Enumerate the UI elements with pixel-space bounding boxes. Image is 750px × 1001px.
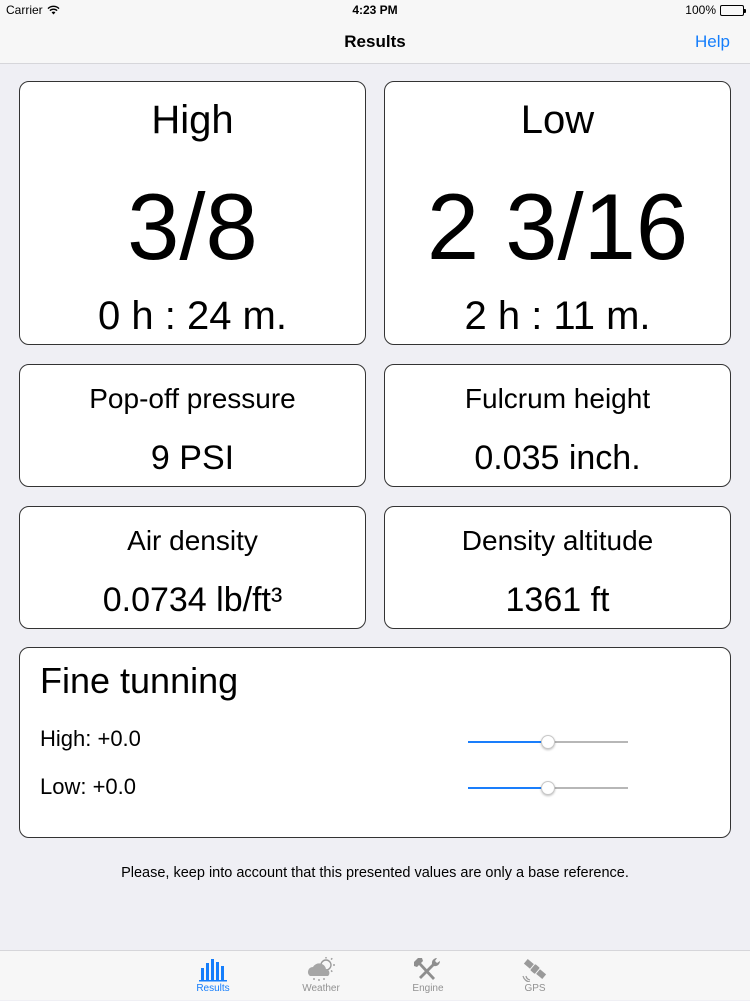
tab-bar: Results Weather Engine GPS [0,950,750,1000]
battery-icon [720,4,746,16]
low-adjust-slider[interactable] [468,778,628,798]
help-button[interactable]: Help [695,32,730,52]
density-altitude-value: 1361 ft [505,581,610,619]
air-density-value: 0.0734 lb/ft³ [102,581,283,619]
navigation-bar: Results Help [0,20,750,64]
status-bar: Carrier 4:23 PM 100% [0,0,750,20]
low-value: 2 3/16 [426,174,689,279]
low-result-card: Low 2 3/16 2 h : 11 m. [384,81,731,345]
tab-gps-label: GPS [524,983,546,994]
status-time: 4:23 PM [352,3,398,17]
tab-weather-label: Weather [302,983,340,994]
tab-engine-label: Engine [412,983,444,994]
high-time: 0 h : 24 m. [98,294,287,338]
low-time: 2 h : 11 m. [464,294,651,338]
fulcrum-height-value: 0.035 inch. [474,439,641,477]
high-adjust-label: High: +0.0 [40,726,141,751]
high-value: 3/8 [127,174,258,279]
tab-engine[interactable]: Engine [393,951,463,1001]
high-result-card: High 3/8 0 h : 24 m. [19,81,366,345]
tab-results-label: Results [196,983,230,994]
high-adjust-slider[interactable] [468,732,628,752]
tab-gps[interactable]: GPS [500,951,570,1001]
low-label: Low [520,98,595,142]
satellite-icon [522,958,547,982]
fulcrum-height-label: Fulcrum height [464,383,651,414]
pop-off-pressure-label: Pop-off pressure [89,383,296,414]
fulcrum-height-card: Fulcrum height 0.035 inch. [384,364,731,487]
tools-icon [414,957,441,980]
air-density-label: Air density [127,525,258,556]
disclaimer-text: Please, keep into account that this pres… [121,865,629,881]
slider-thumb[interactable] [541,735,555,749]
page-title: Results [344,32,406,51]
fine-tuning-title: Fine tunning [40,660,239,701]
tab-weather[interactable]: Weather [286,951,356,1001]
weather-icon [308,957,335,981]
pop-off-pressure-card: Pop-off pressure 9 PSI [19,364,366,487]
slider-thumb[interactable] [541,781,555,795]
battery-indicator: 100% [685,3,746,17]
fine-tuning-card: Fine tunning High: +0.0 Low: +0.0 [19,647,731,838]
battery-percent: 100% [685,3,716,17]
density-altitude-card: Density altitude 1361 ft [384,506,731,629]
low-adjust-label: Low: +0.0 [40,774,137,799]
air-density-card: Air density 0.0734 lb/ft³ [19,506,366,629]
bar-chart-icon [199,959,227,982]
density-altitude-label: Density altitude [461,525,654,556]
pop-off-pressure-value: 9 PSI [150,439,235,477]
high-label: High [151,98,234,142]
tab-results[interactable]: Results [178,951,248,1001]
